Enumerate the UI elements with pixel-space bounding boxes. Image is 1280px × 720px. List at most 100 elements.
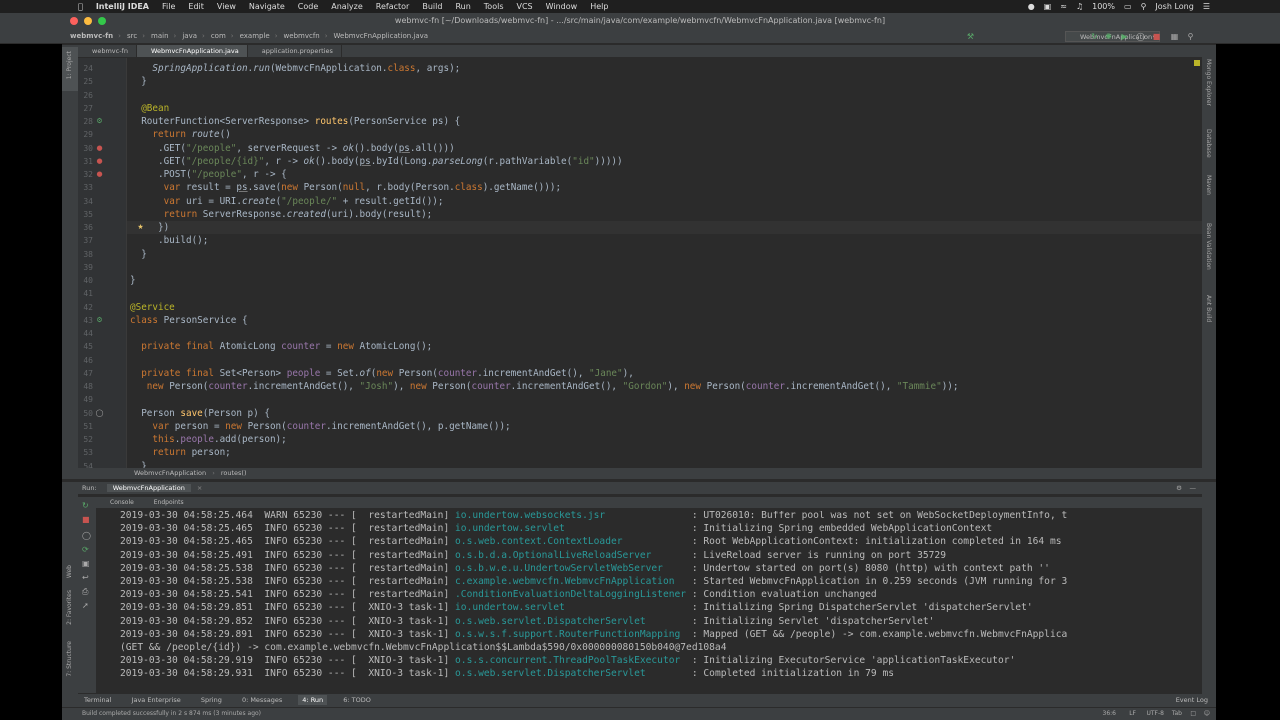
menu-analyze[interactable]: Analyze [331,2,363,11]
line-separator[interactable]: LF [1129,708,1136,720]
breakpoint-icon[interactable]: ● [95,144,104,153]
code-line[interactable]: this.people.add(person); [130,433,286,446]
code-line[interactable]: var person = new Person(counter.incremen… [130,420,510,433]
tool-terminal[interactable]: Terminal [84,696,111,704]
code-line[interactable]: } [130,460,147,469]
project-structure-icon[interactable]: ▦ [1170,32,1179,41]
indent-setting[interactable]: Tab [1172,708,1182,720]
gutter-bean-icon[interactable]: ⚙ [95,117,104,126]
user-name[interactable]: Josh Long [1155,2,1193,11]
close-window-icon[interactable] [70,17,78,25]
hide-panel-icon[interactable]: — [1190,482,1197,494]
tool-todo[interactable]: 6: TODO [343,696,371,704]
zoom-window-icon[interactable] [98,17,106,25]
volume-icon[interactable]: ♫ [1076,2,1083,11]
run-config-tab[interactable]: WebmvcFnApplication [106,484,191,492]
gutter-bean-icon[interactable]: ⚙ [95,316,104,325]
crumb-example[interactable]: example [240,32,270,40]
breakpoint-icon[interactable]: ● [95,157,104,166]
apple-icon[interactable]:  [78,2,83,11]
wifi-icon[interactable]: ≈ [1060,2,1067,11]
inspector-icon[interactable]: ☺ [1204,708,1210,720]
code-line[interactable]: SpringApplication.run(WebmvcFnApplicatio… [130,62,460,75]
notification-icon[interactable]: ☰ [1203,2,1210,11]
code-line[interactable]: } [130,274,136,287]
code-line[interactable]: return ServerResponse.created(uri).body(… [130,208,433,221]
console-output[interactable]: 2019-03-30 04:58:25.464 WARN 65230 --- [… [96,511,1202,693]
code-line[interactable]: @Bean [130,102,169,115]
close-tab-icon[interactable]: × [197,484,202,492]
spotlight-icon[interactable]: ⚲ [1141,2,1147,11]
coverage-icon[interactable]: ▶ [1120,32,1129,41]
crumb-com[interactable]: com [211,32,226,40]
record-icon[interactable]: ● [1028,2,1035,11]
menu-view[interactable]: View [217,2,236,11]
intention-bulb-icon[interactable]: ★ [136,223,145,232]
camera-icon[interactable]: ▣ [82,559,90,568]
minimize-window-icon[interactable] [84,17,92,25]
tool-run[interactable]: 4: Run [298,695,328,705]
tab-console[interactable]: Console [106,499,138,506]
tool-messages[interactable]: 0: Messages [242,696,282,704]
code-line[interactable]: return person; [130,446,230,459]
code-line[interactable]: .build(); [130,234,208,247]
code-line[interactable]: RouterFunction<ServerResponse> routes(Pe… [130,115,460,128]
build-hammer-icon[interactable]: ⚒ [966,32,975,41]
crumb-java[interactable]: java [182,32,197,40]
gear-icon[interactable]: ⚙ [1176,482,1182,494]
menu-edit[interactable]: Edit [188,2,204,11]
tool-mongo-explorer[interactable]: Mongo Explorer [1205,59,1212,106]
display-icon[interactable]: ▣ [1044,2,1052,11]
code-line[interactable]: Person save(Person p) { [130,407,270,420]
menu-refactor[interactable]: Refactor [376,2,410,11]
tab-endpoints[interactable]: Endpoints [150,499,188,506]
app-menu[interactable]: IntelliJ IDEA [96,2,149,11]
code-editor[interactable]: 24 25 26 27 28 ⚙ 29 30 ● 31 ● 32 ● 33 34 35 36 37 38 39 40 41… [78,58,1202,468]
pin-icon[interactable]: ➚ [82,601,89,610]
menu-code[interactable]: Code [298,2,318,11]
tab-application-properties[interactable]: application.properties [248,45,342,57]
menu-window[interactable]: Window [546,2,578,11]
battery-percent[interactable]: 100% [1092,2,1115,11]
code-line[interactable]: var result = ps.save(new Person(null, r.… [130,181,561,194]
menu-tools[interactable]: Tools [484,2,504,11]
breadcrumb-class[interactable]: WebmvcFnApplication [134,469,206,477]
crumb-main[interactable]: main [151,32,169,40]
tool-maven[interactable]: Maven [1205,175,1212,195]
print-icon[interactable]: ⎙ [82,587,88,597]
profile-icon[interactable]: ◯ [1136,32,1145,41]
code-line[interactable]: private final Set<Person> people = Set.o… [130,367,634,380]
tool-spring[interactable]: Spring [201,696,222,704]
search-everywhere-icon[interactable]: ⚲ [1186,32,1195,41]
warning-marker-icon[interactable] [1194,60,1200,66]
gutter-bean-icon[interactable]: ◯ [95,409,104,418]
code-line[interactable]: return route() [130,128,230,141]
code-line[interactable]: } [130,248,147,261]
code-line[interactable]: .GET("/people/{id}", r -> ok().body(ps.b… [130,155,623,168]
stop-run-icon[interactable]: ■ [82,515,90,524]
code-line[interactable]: class PersonService { [130,314,248,327]
tool-web[interactable]: Web [66,565,73,578]
tool-ant-build[interactable]: Ant Build [1205,295,1212,322]
tab-webmvcfnapplication[interactable]: WebmvcFnApplication.java [136,45,248,57]
code-line[interactable]: new Person(counter.incrementAndGet(), "J… [130,380,959,393]
tool-favorites[interactable]: 2: Favorites [66,590,73,625]
code-line[interactable]: } [130,75,147,88]
code-line[interactable]: var uri = URI.create("/people/" + result… [130,195,444,208]
menu-help[interactable]: Help [590,2,608,11]
crumb-file[interactable]: WebmvcFnApplication.java [334,32,429,40]
menu-build[interactable]: Build [422,2,442,11]
menu-navigate[interactable]: Navigate [249,2,285,11]
menu-vcs[interactable]: VCS [517,2,533,11]
rerun-run-icon[interactable]: ↻ [82,501,89,510]
crumb-project[interactable]: webmvc-fn [70,32,113,40]
caret-position[interactable]: 36:6 [1103,708,1116,720]
status-message[interactable]: Build completed successfully in 2 s 874 … [82,710,261,717]
file-encoding[interactable]: UTF-8 [1147,708,1165,720]
tool-event-log[interactable]: Event Log [1176,694,1208,707]
code-line[interactable]: .GET("/people", serverRequest -> ok().bo… [130,142,455,155]
menu-run[interactable]: Run [455,2,470,11]
breadcrumb-method[interactable]: routes() [221,469,247,477]
tool-database[interactable]: Database [1205,129,1212,158]
code-line[interactable]: @Service [130,301,175,314]
